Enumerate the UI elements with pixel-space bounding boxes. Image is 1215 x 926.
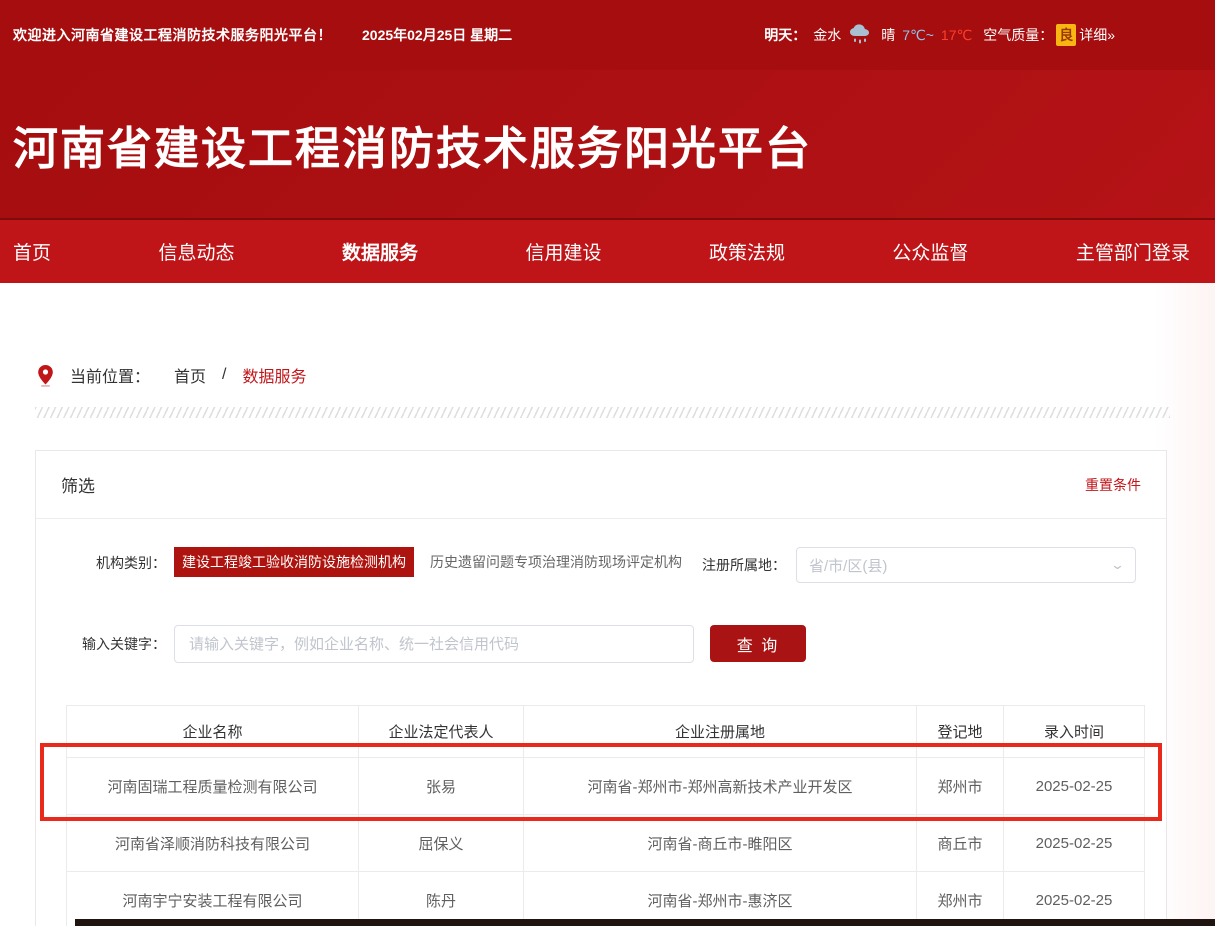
nav-item-supervision[interactable]: 公众监督 <box>892 238 968 265</box>
breadcrumb-home[interactable]: 首页 <box>174 363 206 387</box>
weather-detail-link[interactable]: 详细» <box>1079 25 1115 45</box>
weather-widget: 明天： 金水 晴 7℃~ 17℃ 空气质量： 良 详细» <box>764 23 1115 48</box>
cell-legal-rep: 张易 <box>359 758 524 815</box>
search-button[interactable]: 查 询 <box>710 625 806 662</box>
filter-card-header: 筛选 重置条件 <box>36 451 1166 519</box>
weather-tomorrow-label: 明天： <box>764 25 806 45</box>
top-info-bar: 欢迎进入河南省建设工程消防技术服务阳光平台！ 2025年02月25日 星期二 明… <box>0 0 1215 70</box>
weather-temp-low: 7℃~ <box>902 27 934 44</box>
nav-item-home[interactable]: 首页 <box>13 238 51 265</box>
cell-registration-place: 郑州市 <box>917 872 1004 926</box>
region-label: 注册所属地： <box>702 547 786 583</box>
air-quality-label: 空气质量： <box>983 25 1053 45</box>
header-entry-date: 录入时间 <box>1004 706 1145 758</box>
reset-conditions-link[interactable]: 重置条件 <box>1085 475 1141 495</box>
cell-company-name: 河南宇宁安装工程有限公司 <box>67 872 359 926</box>
header-registered-address: 企业注册属地 <box>524 706 917 758</box>
table-row[interactable]: 河南宇宁安装工程有限公司 陈丹 河南省-郑州市-惠济区 郑州市 2025-02-… <box>67 872 1145 926</box>
nav-item-admin-login[interactable]: 主管部门登录 <box>1076 238 1190 265</box>
air-quality-badge: 良 <box>1056 24 1076 46</box>
header-legal-rep: 企业法定代表人 <box>359 706 524 758</box>
nav-item-data-service[interactable]: 数据服务 <box>342 238 418 265</box>
category-option-unselected[interactable]: 历史遗留问题专项治理消防现场评定机构 <box>422 547 690 577</box>
site-banner: 河南省建设工程消防技术服务阳光平台 <box>0 70 1215 218</box>
cell-entry-date: 2025-02-25 <box>1004 815 1145 872</box>
table-row[interactable]: 河南省泽顺消防科技有限公司 屈保义 河南省-商丘市-睢阳区 商丘市 2025-0… <box>67 815 1145 872</box>
nav-item-credit[interactable]: 信用建设 <box>525 238 601 265</box>
cell-registration-place: 商丘市 <box>917 815 1004 872</box>
cell-entry-date: 2025-02-25 <box>1004 872 1145 926</box>
keyword-input[interactable] <box>174 625 694 663</box>
cell-registered-address: 河南省-郑州市-郑州高新技术产业开发区 <box>524 758 917 815</box>
location-pin-icon <box>37 364 54 387</box>
table-row[interactable]: 河南固瑞工程质量检测有限公司 张易 河南省-郑州市-郑州高新技术产业开发区 郑州… <box>67 758 1145 815</box>
cell-registered-address: 河南省-郑州市-惠济区 <box>524 872 917 926</box>
slash-divider <box>35 407 1170 418</box>
cloud-rain-icon <box>848 23 874 48</box>
footer-edge <box>75 919 1215 926</box>
site-title: 河南省建设工程消防技术服务阳光平台 <box>13 112 812 177</box>
welcome-text: 欢迎进入河南省建设工程消防技术服务阳光平台！ <box>13 25 332 45</box>
nav-item-news[interactable]: 信息动态 <box>158 238 234 265</box>
weather-condition: 晴 <box>881 25 895 45</box>
cell-entry-date: 2025-02-25 <box>1004 758 1145 815</box>
date-text: 2025年02月25日 星期二 <box>362 25 512 45</box>
page: 欢迎进入河南省建设工程消防技术服务阳光平台！ 2025年02月25日 星期二 明… <box>0 0 1215 926</box>
cell-registered-address: 河南省-商丘市-睢阳区 <box>524 815 917 872</box>
weather-temp-high: 17℃ <box>941 27 972 44</box>
category-options: 建设工程竣工验收消防设施检测机构 历史遗留问题专项治理消防现场评定机构 <box>174 547 690 577</box>
main-nav: 首页 信息动态 数据服务 信用建设 政策法规 公众监督 主管部门登录 <box>0 218 1215 283</box>
results-table: 企业名称 企业法定代表人 企业注册属地 登记地 录入时间 河南固瑞工程质量检测有… <box>66 705 1145 926</box>
header-company-name: 企业名称 <box>67 706 359 758</box>
category-label: 机构类别： <box>66 547 166 579</box>
filter-title: 筛选 <box>61 472 95 497</box>
filter-card-body: 机构类别： 建设工程竣工验收消防设施检测机构 历史遗留问题专项治理消防现场评定机… <box>36 519 1166 926</box>
category-option-selected[interactable]: 建设工程竣工验收消防设施检测机构 <box>174 547 414 577</box>
cell-legal-rep: 陈丹 <box>359 872 524 926</box>
region-select-placeholder: 省/市/区(县) <box>809 555 887 576</box>
breadcrumb-current[interactable]: 数据服务 <box>242 363 306 387</box>
breadcrumb-label: 当前位置： <box>70 363 150 387</box>
breadcrumb-separator: / <box>222 366 226 384</box>
chevron-down-icon: ⌄ <box>1110 557 1125 573</box>
keyword-label: 输入关键字： <box>66 625 166 663</box>
cell-company-name: 河南省泽顺消防科技有限公司 <box>67 815 359 872</box>
cell-registration-place: 郑州市 <box>917 758 1004 815</box>
nav-item-policy[interactable]: 政策法规 <box>709 238 785 265</box>
table-header-row: 企业名称 企业法定代表人 企业注册属地 登记地 录入时间 <box>67 706 1145 758</box>
category-filter-row: 机构类别： 建设工程竣工验收消防设施检测机构 历史遗留问题专项治理消防现场评定机… <box>66 547 1136 583</box>
keyword-filter-row: 输入关键字： 查 询 <box>66 625 1136 663</box>
breadcrumb: 当前位置： 首页 / 数据服务 <box>0 283 1215 387</box>
cell-company-name: 河南固瑞工程质量检测有限公司 <box>67 758 359 815</box>
weather-district: 金水 <box>813 25 841 45</box>
cell-legal-rep: 屈保义 <box>359 815 524 872</box>
filter-card: 筛选 重置条件 机构类别： 建设工程竣工验收消防设施检测机构 历史遗留问题专项治… <box>35 450 1167 926</box>
header-registration-place: 登记地 <box>917 706 1004 758</box>
region-select[interactable]: 省/市/区(县) ⌄ <box>796 547 1136 583</box>
region-filter-group: 注册所属地： 省/市/区(县) ⌄ <box>702 547 1136 583</box>
